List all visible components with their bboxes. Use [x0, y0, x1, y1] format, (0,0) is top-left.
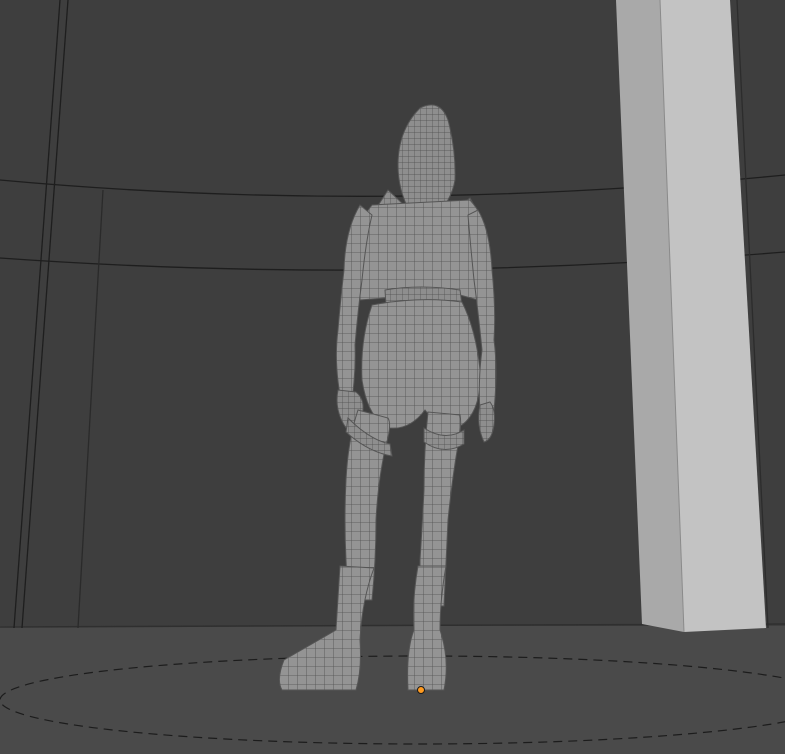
object-origin-dot[interactable] [417, 686, 425, 694]
floor-plane[interactable] [0, 626, 785, 754]
viewport-canvas[interactable] [0, 0, 785, 754]
3d-viewport[interactable] [0, 0, 785, 754]
